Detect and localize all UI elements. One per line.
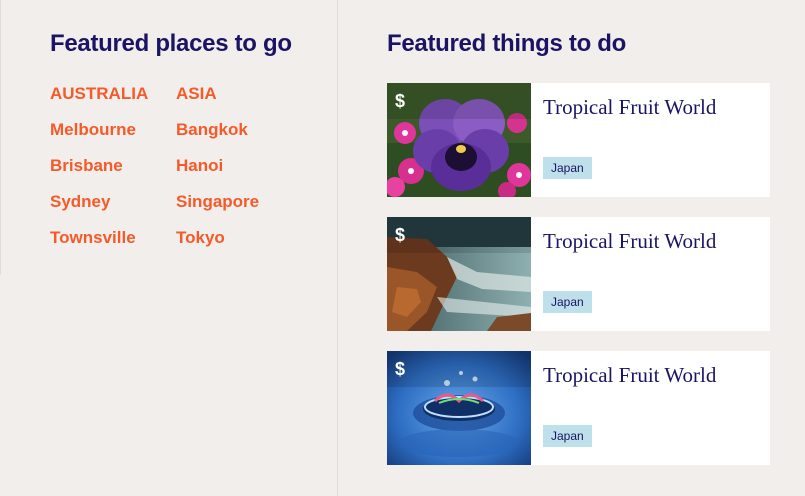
place-link-hanoi[interactable]: Hanoi: [176, 156, 296, 192]
places-heading: Featured places to go: [50, 30, 292, 57]
left-divider: [0, 0, 1, 275]
location-tag[interactable]: Japan: [543, 291, 592, 313]
activity-card[interactable]: $ BOOK Tropical Fruit World Japan: [387, 217, 770, 331]
activity-title[interactable]: Tropical Fruit World: [543, 229, 716, 254]
region-link-asia[interactable]: ASIA: [176, 84, 296, 120]
price-badge: $: [395, 359, 406, 379]
region-link-australia[interactable]: AUSTRALIA: [50, 84, 176, 120]
place-link-singapore[interactable]: Singapore: [176, 192, 296, 228]
activity-title[interactable]: Tropical Fruit World: [543, 95, 716, 120]
location-tag[interactable]: Japan: [543, 425, 592, 447]
place-link-bangkok[interactable]: Bangkok: [176, 120, 296, 156]
places-list: AUSTRALIA ASIA Melbourne Bangkok Brisban…: [50, 84, 296, 264]
book-button[interactable]: BOOK: [711, 360, 756, 377]
place-link-sydney[interactable]: Sydney: [50, 192, 176, 228]
activity-card[interactable]: $ BOOK Tropical Fruit World Japan: [387, 83, 770, 197]
book-button[interactable]: BOOK: [711, 226, 756, 243]
place-link-townsville[interactable]: Townsville: [50, 228, 176, 264]
location-tag[interactable]: Japan: [543, 157, 592, 179]
price-badge: $: [395, 225, 406, 245]
book-button[interactable]: BOOK: [711, 92, 756, 109]
column-divider: [337, 0, 338, 496]
place-link-melbourne[interactable]: Melbourne: [50, 120, 176, 156]
thumb-overlay: [387, 351, 531, 387]
activity-card[interactable]: $ BOOK Tropical Fruit World Japan: [387, 351, 770, 465]
things-heading: Featured things to do: [387, 30, 627, 57]
activity-title[interactable]: Tropical Fruit World: [543, 363, 716, 388]
price-badge: $: [395, 91, 406, 111]
thumb-overlay: [387, 83, 531, 119]
place-link-tokyo[interactable]: Tokyo: [176, 228, 296, 264]
place-link-brisbane[interactable]: Brisbane: [50, 156, 176, 192]
thumb-overlay: [387, 217, 531, 253]
